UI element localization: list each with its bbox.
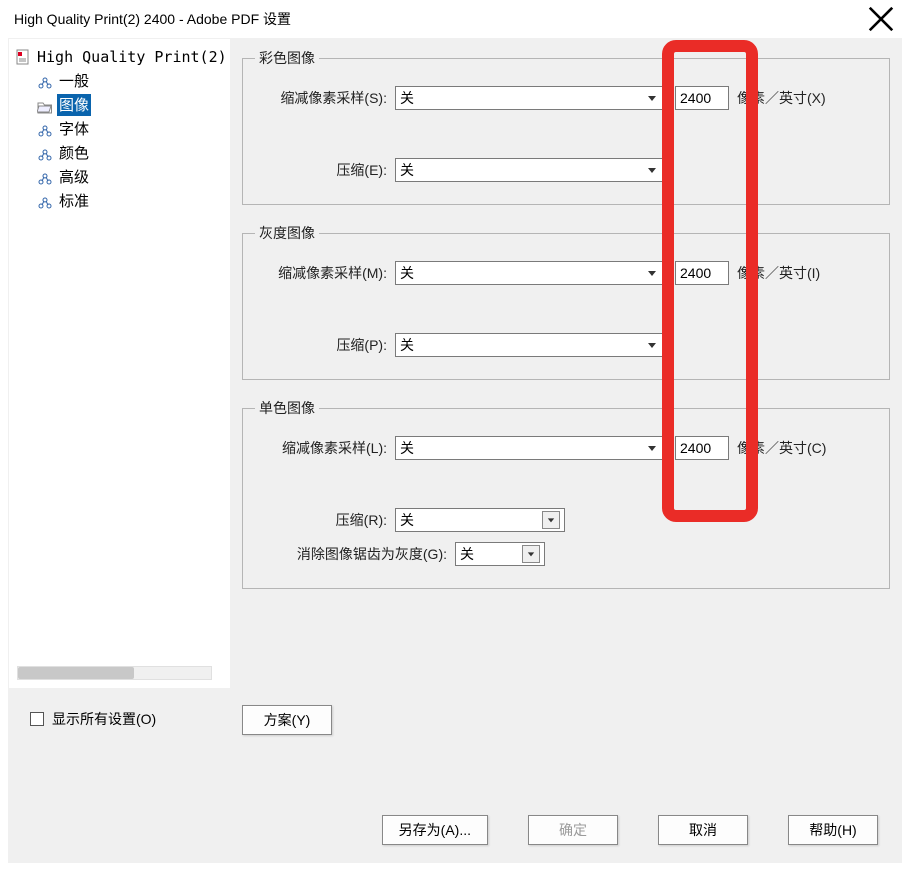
link-icon (37, 146, 53, 160)
tree-item-font[interactable]: 字体 (11, 117, 228, 141)
tree-item-color[interactable]: 颜色 (11, 141, 228, 165)
dropdown-icon (644, 340, 660, 350)
gray-compress-label: 压缩(P): (255, 335, 395, 355)
color-compress-combo[interactable]: 关 (395, 158, 665, 182)
dropdown-icon (522, 545, 540, 563)
link-icon (37, 74, 53, 88)
mono-antialias-label: 消除图像锯齿为灰度(G): (255, 544, 455, 564)
tree-item-label: 颜色 (57, 142, 91, 164)
close-icon (866, 4, 896, 34)
tree-item-label: 标准 (57, 190, 91, 212)
gray-compress-combo[interactable]: 关 (395, 333, 665, 357)
color-sample-label: 缩减像素采样(S): (255, 88, 395, 108)
gray-sample-label: 缩减像素采样(M): (255, 263, 395, 283)
help-button[interactable]: 帮助(H) (788, 815, 878, 845)
link-icon (37, 122, 53, 136)
dropdown-icon (644, 268, 660, 278)
show-all-label: 显示所有设置(O) (52, 709, 156, 729)
scheme-button[interactable]: 方案(Y) (242, 705, 332, 735)
mono-sample-combo[interactable]: 关 (395, 436, 665, 460)
mono-compress-label: 压缩(R): (255, 510, 395, 530)
bottom-zone: 显示所有设置(O) 方案(Y) 另存为(A)... 确定 取消 帮助(H) (8, 689, 902, 863)
cancel-button[interactable]: 取消 (658, 815, 748, 845)
tree-item-label: 图像 (57, 94, 91, 116)
tree-item-label: 一般 (57, 70, 91, 92)
tree-hscrollbar[interactable] (17, 666, 212, 680)
mono-ppi-field[interactable]: 2400 (675, 436, 729, 460)
saveas-button[interactable]: 另存为(A)... (382, 815, 488, 845)
checkbox-icon (30, 712, 44, 726)
gray-unit1: 像素／英寸(I) (737, 263, 820, 283)
link-icon (37, 170, 53, 184)
tree-item-label: 高级 (57, 166, 91, 188)
tree-item-standard[interactable]: 标准 (11, 189, 228, 213)
link-icon (37, 194, 53, 208)
color-unit1: 像素／英寸(X) (737, 88, 826, 108)
window-title: High Quality Print(2) 2400 - Adobe PDF 设… (14, 9, 866, 29)
group-legend: 彩色图像 (255, 48, 319, 68)
dropdown-icon (644, 93, 660, 103)
document-icon (15, 49, 31, 65)
mono-unit1: 像素／英寸(C) (737, 438, 826, 458)
tree-item-advanced[interactable]: 高级 (11, 165, 228, 189)
color-compress-label: 压缩(E): (255, 160, 395, 180)
color-ppi-field[interactable]: 2400 (675, 86, 729, 110)
settings-panel: 彩色图像 缩减像素采样(S): 关 2400 像素／英寸(X) 压缩(E): (230, 38, 902, 689)
folder-open-icon (37, 98, 53, 112)
close-button[interactable] (866, 4, 896, 34)
color-sample-combo[interactable]: 关 (395, 86, 665, 110)
group-legend: 灰度图像 (255, 223, 319, 243)
tree-item-general[interactable]: 一般 (11, 69, 228, 93)
tree-root-label: High Quality Print(2) 2 (35, 46, 247, 68)
group-mono-images: 单色图像 缩减像素采样(L): 关 2400 像素／英寸(C) 压缩(R): (242, 398, 890, 589)
mono-antialias-combo[interactable]: 关 (455, 542, 545, 566)
mono-sample-label: 缩减像素采样(L): (255, 438, 395, 458)
tree-root[interactable]: High Quality Print(2) 2 (11, 45, 228, 69)
group-gray-images: 灰度图像 缩减像素采样(M): 关 2400 像素／英寸(I) 压缩(P): (242, 223, 890, 380)
dropdown-icon (644, 443, 660, 453)
show-all-checkbox[interactable]: 显示所有设置(O) (30, 709, 242, 729)
group-legend: 单色图像 (255, 398, 319, 418)
gray-sample-combo[interactable]: 关 (395, 261, 665, 285)
dropdown-icon (644, 165, 660, 175)
dropdown-icon (542, 511, 560, 529)
titlebar: High Quality Print(2) 2400 - Adobe PDF 设… (0, 0, 910, 38)
gray-ppi-field[interactable]: 2400 (675, 261, 729, 285)
tree-item-label: 字体 (57, 118, 91, 140)
settings-tree[interactable]: High Quality Print(2) 2 一般 图像 字体 颜色 (8, 38, 230, 689)
mono-compress-combo[interactable]: 关 (395, 508, 565, 532)
ok-button[interactable]: 确定 (528, 815, 618, 845)
tree-item-image[interactable]: 图像 (11, 93, 228, 117)
group-color-images: 彩色图像 缩减像素采样(S): 关 2400 像素／英寸(X) 压缩(E): (242, 48, 890, 205)
